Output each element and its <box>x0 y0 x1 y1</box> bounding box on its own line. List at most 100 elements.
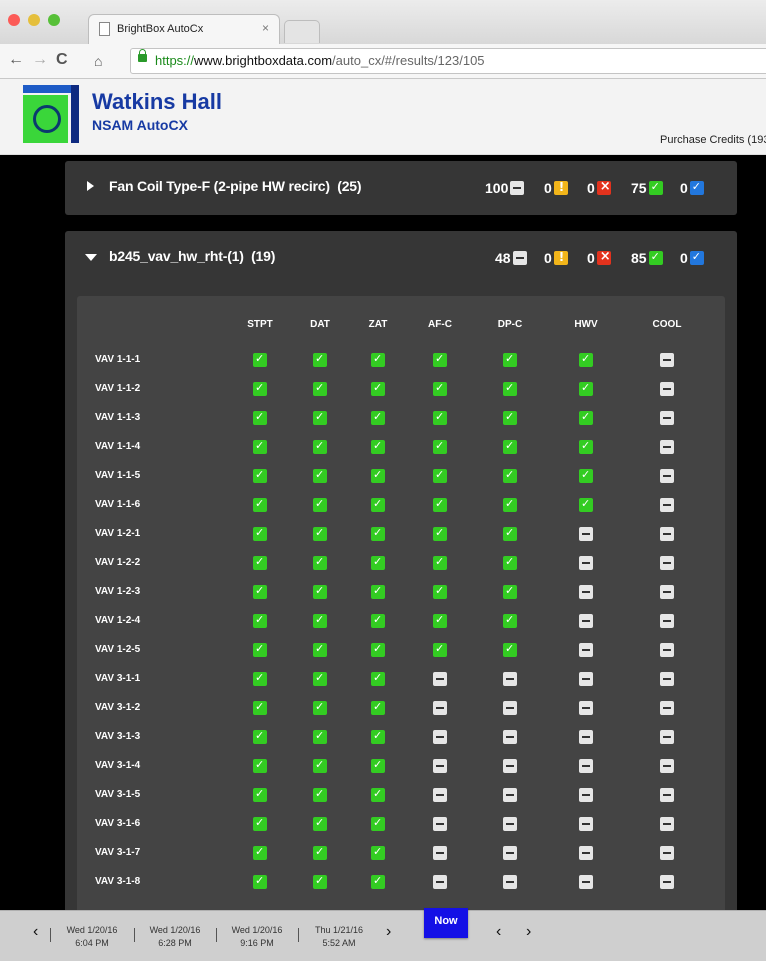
na-dash-icon[interactable] <box>503 701 517 715</box>
pass-check-icon[interactable] <box>313 758 327 773</box>
pass-check-icon[interactable] <box>503 468 517 483</box>
pass-check-icon[interactable] <box>579 352 593 367</box>
pass-check-icon[interactable] <box>371 352 385 367</box>
na-dash-icon[interactable] <box>503 759 517 773</box>
pass-check-icon[interactable] <box>253 613 267 628</box>
home-icon[interactable]: ⌂ <box>94 53 102 69</box>
now-button[interactable]: Now <box>424 908 468 938</box>
forward-arrow-icon[interactable]: → <box>32 51 48 69</box>
tab-close-icon[interactable]: × <box>262 21 269 35</box>
na-dash-icon[interactable] <box>660 846 674 860</box>
na-dash-icon[interactable] <box>660 382 674 396</box>
pass-check-icon[interactable] <box>371 671 385 686</box>
pass-check-icon[interactable] <box>313 526 327 541</box>
pass-check-icon[interactable] <box>433 613 447 628</box>
pass-check-icon[interactable] <box>503 584 517 599</box>
na-dash-icon[interactable] <box>660 614 674 628</box>
pass-check-icon[interactable] <box>371 758 385 773</box>
pass-check-icon[interactable] <box>371 468 385 483</box>
pass-check-icon[interactable] <box>371 381 385 396</box>
timeline-entry[interactable]: Wed 1/20/16 6:28 PM <box>138 924 212 950</box>
pass-check-icon[interactable] <box>371 816 385 831</box>
pass-check-icon[interactable] <box>503 410 517 425</box>
na-dash-icon[interactable] <box>433 788 447 802</box>
purchase-credits-link[interactable]: Purchase Credits (193 <box>660 134 766 146</box>
na-dash-icon[interactable] <box>433 759 447 773</box>
pass-check-icon[interactable] <box>433 468 447 483</box>
pass-check-icon[interactable] <box>253 874 267 889</box>
pass-check-icon[interactable] <box>313 468 327 483</box>
na-dash-icon[interactable] <box>579 643 593 657</box>
pass-check-icon[interactable] <box>503 497 517 512</box>
pass-check-icon[interactable] <box>433 352 447 367</box>
pass-check-icon[interactable] <box>253 439 267 454</box>
pass-check-icon[interactable] <box>253 758 267 773</box>
na-dash-icon[interactable] <box>660 440 674 454</box>
pass-check-icon[interactable] <box>579 497 593 512</box>
na-dash-icon[interactable] <box>579 556 593 570</box>
pass-check-icon[interactable] <box>433 497 447 512</box>
pass-check-icon[interactable] <box>433 410 447 425</box>
pass-check-icon[interactable] <box>253 700 267 715</box>
pass-check-icon[interactable] <box>313 584 327 599</box>
pass-check-icon[interactable] <box>371 700 385 715</box>
pass-check-icon[interactable] <box>579 381 593 396</box>
na-dash-icon[interactable] <box>433 672 447 686</box>
na-dash-icon[interactable] <box>579 614 593 628</box>
na-dash-icon[interactable] <box>503 846 517 860</box>
pass-check-icon[interactable] <box>313 874 327 889</box>
na-dash-icon[interactable] <box>660 730 674 744</box>
browser-tab[interactable]: BrightBox AutoCx × <box>88 14 280 45</box>
na-dash-icon[interactable] <box>503 875 517 889</box>
na-dash-icon[interactable] <box>660 759 674 773</box>
pass-check-icon[interactable] <box>433 584 447 599</box>
pass-check-icon[interactable] <box>313 671 327 686</box>
pass-check-icon[interactable] <box>313 787 327 802</box>
pass-check-icon[interactable] <box>253 816 267 831</box>
timeline-entry[interactable]: Wed 1/20/16 6:04 PM <box>55 924 129 950</box>
pass-check-icon[interactable] <box>313 700 327 715</box>
na-dash-icon[interactable] <box>579 817 593 831</box>
pass-check-icon[interactable] <box>503 381 517 396</box>
pass-check-icon[interactable] <box>371 874 385 889</box>
reload-icon[interactable]: C <box>56 51 68 69</box>
na-dash-icon[interactable] <box>433 730 447 744</box>
na-dash-icon[interactable] <box>660 788 674 802</box>
na-dash-icon[interactable] <box>433 817 447 831</box>
pass-check-icon[interactable] <box>313 410 327 425</box>
pass-check-icon[interactable] <box>371 526 385 541</box>
na-dash-icon[interactable] <box>579 759 593 773</box>
na-dash-icon[interactable] <box>503 672 517 686</box>
na-dash-icon[interactable] <box>660 672 674 686</box>
na-dash-icon[interactable] <box>660 469 674 483</box>
pass-check-icon[interactable] <box>253 410 267 425</box>
timeline-entry[interactable]: Thu 1/21/16 5:52 AM <box>302 924 376 950</box>
pass-check-icon[interactable] <box>503 526 517 541</box>
na-dash-icon[interactable] <box>433 701 447 715</box>
pass-check-icon[interactable] <box>313 555 327 570</box>
na-dash-icon[interactable] <box>660 875 674 889</box>
pass-check-icon[interactable] <box>313 729 327 744</box>
pass-check-icon[interactable] <box>313 439 327 454</box>
na-dash-icon[interactable] <box>579 527 593 541</box>
na-dash-icon[interactable] <box>660 411 674 425</box>
pass-check-icon[interactable] <box>371 497 385 512</box>
pass-check-icon[interactable] <box>253 787 267 802</box>
address-bar[interactable]: https://www.brightboxdata.com/auto_cx/#/… <box>130 48 766 74</box>
na-dash-icon[interactable] <box>660 527 674 541</box>
pass-check-icon[interactable] <box>371 584 385 599</box>
pass-check-icon[interactable] <box>371 845 385 860</box>
pass-check-icon[interactable] <box>371 642 385 657</box>
na-dash-icon[interactable] <box>579 788 593 802</box>
na-dash-icon[interactable] <box>503 788 517 802</box>
na-dash-icon[interactable] <box>433 846 447 860</box>
na-dash-icon[interactable] <box>579 672 593 686</box>
pass-check-icon[interactable] <box>253 497 267 512</box>
na-dash-icon[interactable] <box>433 875 447 889</box>
na-dash-icon[interactable] <box>660 556 674 570</box>
pass-check-icon[interactable] <box>253 845 267 860</box>
pass-check-icon[interactable] <box>313 497 327 512</box>
na-dash-icon[interactable] <box>660 585 674 599</box>
panel-header[interactable]: Fan Coil Type-F (2-pipe HW recirc) (25) … <box>65 161 737 215</box>
na-dash-icon[interactable] <box>503 730 517 744</box>
